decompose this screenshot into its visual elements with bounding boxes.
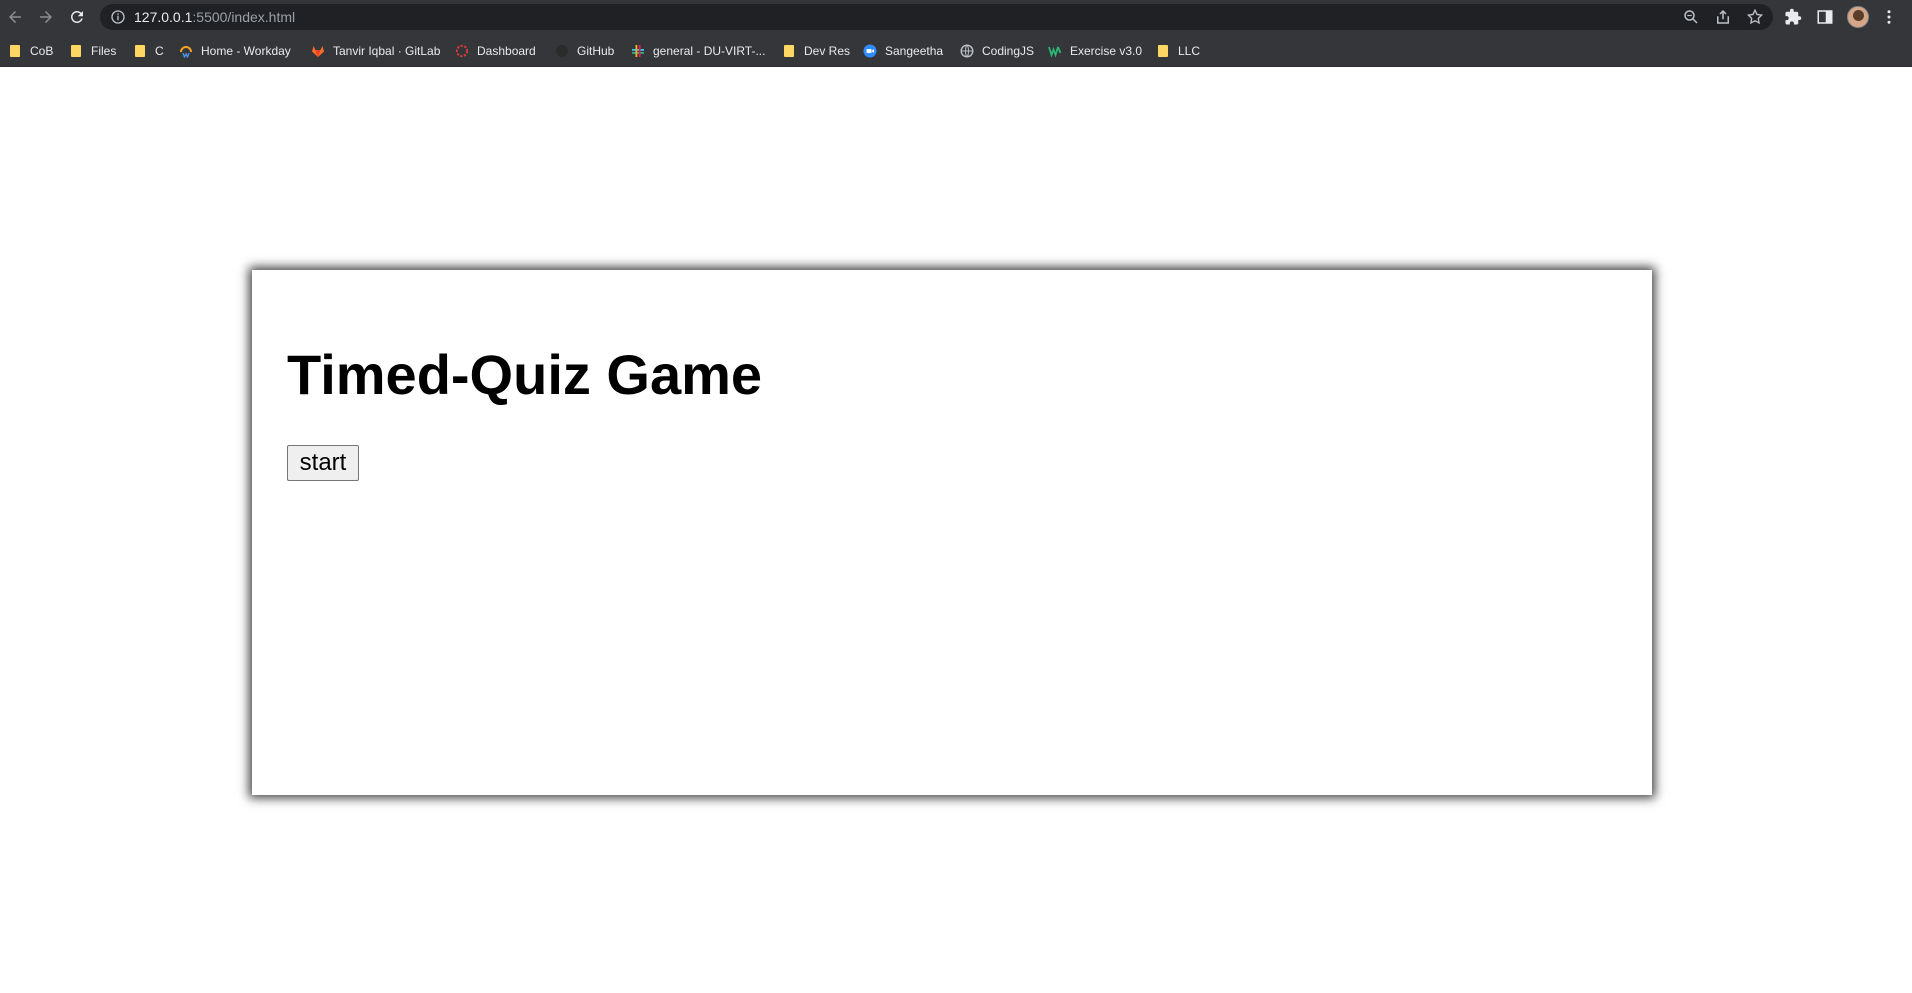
w-icon: [1048, 44, 1062, 58]
bookmark-label: GitHub: [577, 43, 615, 58]
folder-icon: [135, 44, 145, 57]
bookmark-star-icon[interactable]: [1746, 8, 1764, 26]
gitlab-icon: [311, 44, 325, 58]
side-panel-icon[interactable]: [1814, 6, 1836, 28]
slack-icon: [631, 44, 645, 58]
bookmark-files[interactable]: Files: [69, 42, 116, 59]
bookmark-label: Home - Workday: [201, 43, 291, 58]
reload-icon: [70, 10, 83, 23]
page-title: Timed-Quiz Game: [287, 343, 763, 406]
bookmark-sangeetha[interactable]: Sangeetha: [863, 42, 943, 59]
dashboard-icon: [455, 44, 469, 58]
arrow-right-icon: [40, 11, 52, 23]
bookmark-c[interactable]: C: [133, 42, 164, 59]
folder-icon: [71, 44, 81, 57]
start-button[interactable]: start: [287, 445, 359, 481]
quiz-card: Timed-Quiz Game start: [252, 270, 1652, 795]
bookmark-dev-res[interactable]: Dev Res: [782, 42, 850, 59]
bookmark-label: Tanvir Iqbal · GitLab: [333, 43, 441, 58]
zoom-icon: [863, 44, 877, 58]
github-icon: [555, 44, 569, 58]
folder-icon: [1158, 44, 1168, 57]
bookmark-label: Dashboard: [477, 43, 536, 58]
workday-icon: [179, 44, 193, 59]
forward-button[interactable]: [33, 4, 59, 30]
bookmark-label: CoB: [30, 43, 54, 58]
bookmark-cob[interactable]: CoB: [8, 42, 53, 59]
url-host: 127.0.0.1: [134, 9, 193, 25]
url-path: :5500/index.html: [192, 9, 296, 25]
globe-icon: [960, 43, 974, 58]
bookmark-gitlab[interactable]: Tanvir Iqbal · GitLab: [311, 42, 440, 59]
site-info-icon[interactable]: [110, 9, 126, 25]
reload-button[interactable]: [64, 4, 90, 30]
bookmark-label: Sangeetha: [885, 43, 944, 58]
bookmark-label: LLC: [1178, 43, 1201, 58]
bookmarks-bar: CoB Files C Home - Workday Tanvir Iqbal …: [0, 34, 1912, 67]
bookmark-slack[interactable]: general - DU-VIRT-...: [631, 42, 765, 59]
browser-toolbar: 127.0.0.1:5500/index.html: [0, 0, 1912, 34]
bookmark-dashboard[interactable]: Dashboard: [455, 42, 536, 59]
bookmark-label: Dev Res: [804, 43, 851, 58]
folder-icon: [10, 44, 20, 57]
bookmark-workday[interactable]: Home - Workday: [179, 42, 291, 59]
more-menu-icon[interactable]: [1878, 6, 1900, 28]
bookmark-llc[interactable]: LLC: [1156, 42, 1200, 59]
bookmark-label: Files: [91, 43, 117, 58]
profile-avatar[interactable]: [1847, 6, 1869, 28]
arrow-left-icon: [9, 11, 21, 23]
url-text: 127.0.0.1:5500/index.html: [134, 9, 295, 25]
back-button[interactable]: [2, 4, 28, 30]
share-icon[interactable]: [1714, 8, 1732, 26]
bookmark-codingjs[interactable]: CodingJS: [960, 42, 1034, 59]
zoom-icon[interactable]: [1682, 8, 1700, 26]
bookmark-exercise[interactable]: Exercise v3.0: [1048, 42, 1142, 59]
bookmark-label: C: [155, 43, 164, 58]
bookmark-label: Exercise v3.0: [1070, 43, 1143, 58]
folder-icon: [784, 44, 794, 57]
extensions-icon[interactable]: [1782, 6, 1804, 28]
bookmark-label: general - DU-VIRT-...: [653, 43, 766, 58]
bookmark-github[interactable]: GitHub: [555, 42, 614, 59]
address-bar[interactable]: 127.0.0.1:5500/index.html: [100, 4, 1773, 30]
bookmark-label: CodingJS: [982, 43, 1035, 58]
